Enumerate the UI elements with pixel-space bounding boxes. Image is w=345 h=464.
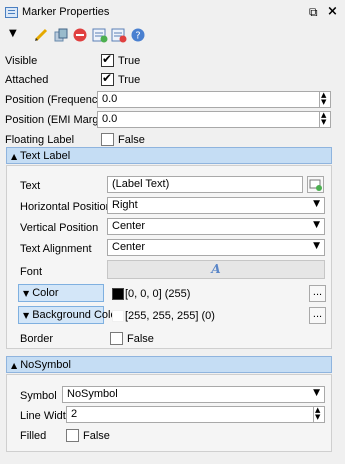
title-bar: Marker Properties ⧉ × (0, 0, 345, 26)
expand-arrow-icon: ▼ (23, 311, 30, 320)
color-swatch (112, 288, 124, 300)
floating-label-value: False (118, 134, 145, 146)
line-width-value: 2 (71, 408, 78, 420)
symbol-label: Symbol (20, 390, 57, 402)
text-alignment-select[interactable]: Center ▼ (107, 239, 325, 256)
attached-value: True (118, 74, 141, 86)
pos-emi-spinner[interactable]: ▲ ▼ (319, 112, 330, 127)
color-more-button[interactable]: ... (309, 285, 326, 302)
collapse-arrow-icon: ▲ (11, 152, 18, 161)
window-icon (5, 7, 18, 18)
svg-text:?: ? (135, 31, 140, 42)
float-icon[interactable]: ⧉ (309, 5, 318, 20)
vertical-position-select[interactable]: Center ▼ (107, 218, 325, 235)
collapse-arrow-icon: ▲ (11, 361, 18, 370)
text-label-section-header[interactable]: ▲ Text Label (6, 147, 332, 164)
filled-value: False (83, 430, 110, 442)
attached-label: Attached (5, 74, 49, 86)
horizontal-position-label: Horizontal Position (20, 201, 112, 213)
nosymbol-section-header[interactable]: ▲ NoSymbol (6, 356, 332, 373)
line-width-spinner[interactable]: ▲ ▼ (313, 407, 324, 422)
import-icon[interactable] (111, 27, 127, 43)
color-value: [0, 0, 0] (255) (125, 288, 191, 300)
text-alignment-value: Center (112, 241, 146, 253)
color-button-label: Color (32, 287, 59, 299)
filled-checkbox[interactable] (66, 429, 79, 442)
symbol-select[interactable]: NoSymbol ▼ (62, 386, 325, 403)
chevron-down-icon: ▼ (313, 199, 320, 209)
horizontal-position-select[interactable]: Right ▼ (107, 197, 325, 214)
pos-frequency-input[interactable]: 0.0 ▲ ▼ (97, 91, 331, 108)
help-icon[interactable]: ? (130, 27, 146, 43)
insert-symbol-button[interactable] (307, 176, 324, 193)
color-more-label: ... (312, 286, 323, 298)
text-label: Text (20, 180, 41, 192)
chevron-down-icon: ▼ (313, 241, 320, 251)
background-color-more-button[interactable]: ... (309, 307, 326, 324)
background-color-button[interactable]: ▼ Background Color (18, 306, 120, 324)
background-color-swatch (112, 310, 124, 322)
pos-frequency-spinner[interactable]: ▲ ▼ (319, 92, 330, 107)
color-button[interactable]: ▼ Color (18, 284, 104, 302)
pos-emi-value: 0.0 (102, 113, 118, 125)
pencil-icon[interactable] (33, 27, 49, 43)
floating-label-label: Floating Label (5, 134, 75, 146)
vertical-position-value: Center (112, 220, 146, 232)
border-value: False (127, 333, 154, 345)
copy-icon[interactable] (53, 27, 69, 43)
border-label: Border (20, 333, 54, 345)
horizontal-position-value: Right (112, 199, 138, 211)
pos-frequency-label: Position (Frequency) (5, 94, 107, 106)
line-width-label: Line Width (20, 410, 72, 422)
expand-arrow-icon: ▼ (23, 289, 30, 298)
pos-emi-label: Position (EMI Margin) (5, 114, 111, 126)
delete-icon[interactable] (72, 27, 88, 43)
visible-label: Visible (5, 55, 38, 67)
close-icon[interactable]: × (327, 4, 338, 19)
visible-checkbox[interactable] (101, 52, 114, 67)
window-title: Marker Properties (22, 6, 110, 18)
background-color-more-label: ... (312, 308, 323, 320)
background-color-button-label: Background Color (32, 309, 121, 321)
filled-label: Filled (20, 430, 47, 442)
line-width-input[interactable]: 2 ▲ ▼ (66, 406, 325, 423)
nosymbol-header-text: NoSymbol (20, 359, 71, 371)
background-color-value: [255, 255, 255] (0) (125, 310, 215, 322)
pos-emi-input[interactable]: 0.0 ▲ ▼ (97, 111, 331, 128)
chevron-down-icon: ▼ (313, 388, 320, 398)
font-label: Font (20, 266, 43, 278)
floating-label-checkbox[interactable] (101, 133, 114, 146)
toolbar: ▼ ? (0, 26, 345, 46)
vertical-position-label: Vertical Position (20, 222, 99, 234)
label-text-input[interactable]: (Label Text) (107, 176, 303, 193)
pos-frequency-value: 0.0 (102, 93, 118, 105)
dropdown-arrow-icon[interactable]: ▼ (9, 28, 25, 44)
font-button[interactable]: A (107, 260, 325, 279)
text-alignment-label: Text Alignment (20, 243, 92, 255)
border-checkbox[interactable] (110, 332, 123, 345)
chevron-down-icon: ▼ (313, 220, 320, 230)
symbol-value: NoSymbol (67, 388, 118, 400)
text-label-header-text: Text Label (20, 150, 71, 162)
label-text-value: (Label Text) (112, 178, 170, 190)
visible-value: True (118, 55, 141, 67)
font-icon: A (211, 262, 221, 276)
export-icon[interactable] (92, 27, 108, 43)
attached-checkbox[interactable] (101, 71, 114, 86)
